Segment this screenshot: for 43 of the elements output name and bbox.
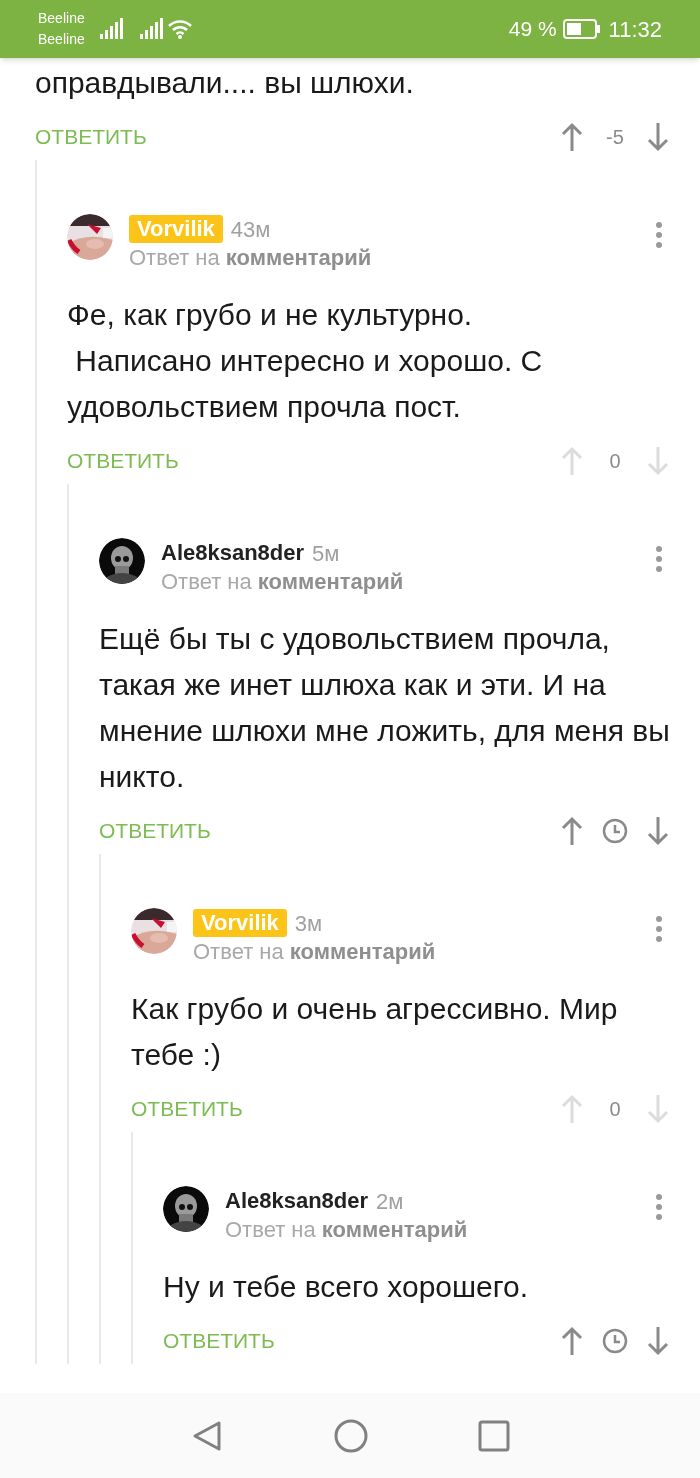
- vote-score: 0: [608, 1097, 622, 1122]
- comment-age: 2м: [376, 1187, 404, 1216]
- comment-text: Как грубо и очень агрессивно. Мир тебе :): [131, 991, 619, 1073]
- wifi-icon: [166, 18, 193, 40]
- reply-button[interactable]: ОТВЕТИТЬ: [163, 1325, 275, 1357]
- carrier-name: Beeline: [38, 30, 85, 49]
- signal-icon: [98, 18, 123, 40]
- comment-text: оправдывали.... вы шлюхи.: [35, 65, 415, 101]
- upvote-arrow-icon[interactable]: [560, 121, 584, 153]
- comment-text: Ну и тебе всего хорошего.: [163, 1269, 530, 1305]
- reply-to-text: Ответ на комментарий: [225, 1216, 469, 1244]
- reply-to-text: Ответ на комментарий: [129, 244, 373, 272]
- signal-icon: [138, 18, 163, 40]
- reply-to-text: Ответ на комментарий: [161, 568, 405, 596]
- comment-text: Фе, как грубо и не культурно. Написано интересно и хорошо. С удовольствием прочла пост.: [67, 297, 544, 425]
- reply-button[interactable]: ОТВЕТИТЬ: [131, 1093, 243, 1125]
- reply-to-text: Ответ на комментарий: [193, 938, 437, 966]
- clock-icon: [602, 1328, 628, 1354]
- clock-time: 11:32: [608, 15, 662, 44]
- downvote-arrow-icon[interactable]: [646, 815, 670, 847]
- clock-icon: [602, 818, 628, 844]
- author-name[interactable]: Ale8ksan8der: [225, 1187, 369, 1215]
- downvote-arrow-icon[interactable]: [646, 121, 670, 153]
- downvote-arrow-icon[interactable]: [646, 1325, 670, 1357]
- carrier-name: Beeline: [38, 9, 85, 28]
- battery-icon: [562, 19, 601, 39]
- home-icon[interactable]: [334, 1418, 368, 1453]
- comment-text: Ещё бы ты с удовольствием прочла, такая же инет шлюха как и эти. И на мнение шлюхи мне ложить, для меня вы никто.: [99, 621, 671, 795]
- author-name[interactable]: Vorvilik: [193, 909, 287, 937]
- vote-score: 0: [608, 449, 622, 474]
- recent-apps-icon[interactable]: [478, 1419, 510, 1452]
- reply-button[interactable]: ОТВЕТИТЬ: [35, 121, 147, 153]
- comment-age: 3м: [294, 909, 323, 938]
- author-name[interactable]: Ale8ksan8der: [161, 539, 305, 567]
- vote-score: -5: [605, 125, 625, 150]
- upvote-arrow-icon[interactable]: [560, 815, 584, 847]
- author-name[interactable]: Vorvilik: [129, 215, 223, 243]
- comment-age: 43м: [230, 215, 271, 244]
- reply-button[interactable]: ОТВЕТИТЬ: [99, 815, 211, 847]
- upvote-arrow-icon[interactable]: [560, 1325, 584, 1357]
- reply-button[interactable]: ОТВЕТИТЬ: [67, 445, 179, 477]
- comment-age: 5м: [312, 539, 340, 568]
- battery-percent: 49 %: [508, 16, 557, 43]
